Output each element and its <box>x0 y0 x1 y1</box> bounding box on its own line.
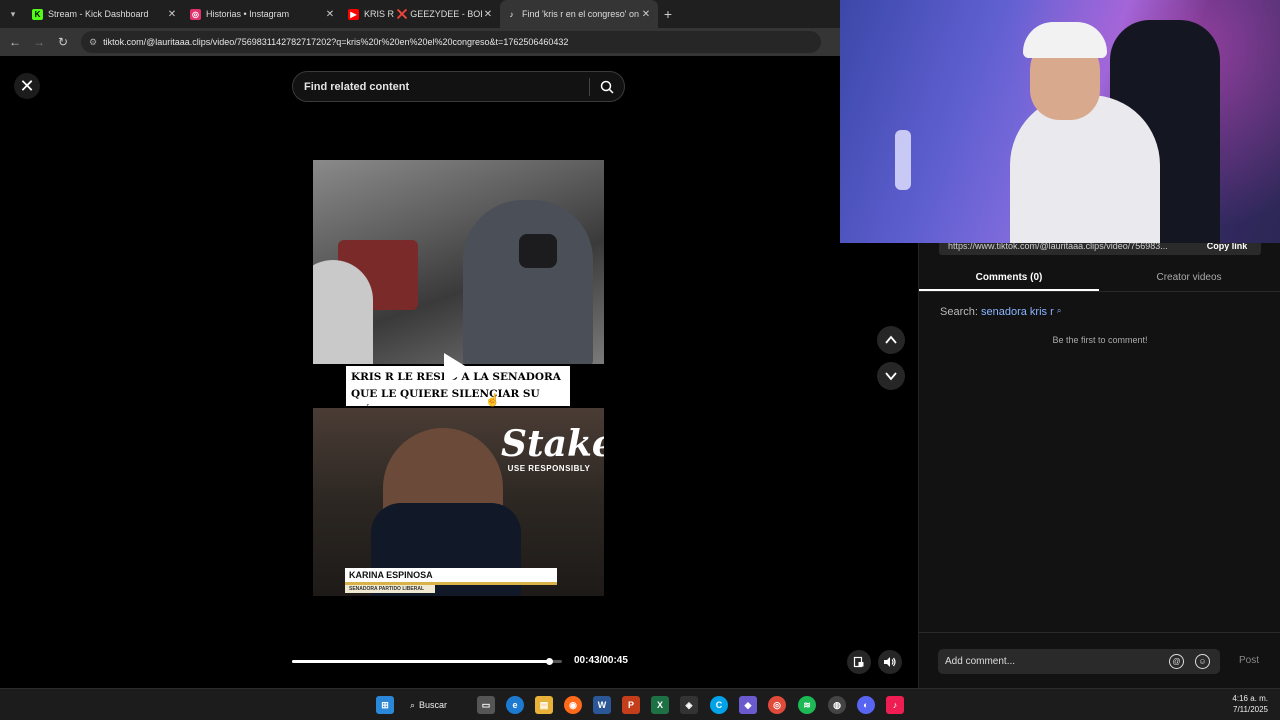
floating-player-button[interactable] <box>847 650 871 674</box>
taskbar-search[interactable]: ⌕ Buscar <box>410 695 447 715</box>
floating-player-icon <box>853 656 864 668</box>
next-video-button[interactable] <box>877 362 905 390</box>
mouse-cursor-icon: ☝ <box>485 393 500 407</box>
obs-icon[interactable]: ◍ <box>828 696 846 714</box>
video-frame-bottom: Stake USE RESPONSIBLY KARINA ESPINOSA SE… <box>313 408 604 596</box>
search-icon[interactable] <box>590 80 624 94</box>
back-arrow-icon[interactable]: ← <box>3 35 27 49</box>
system-clock[interactable]: 4:16 a. m. 7/11/2025 <box>1232 693 1268 715</box>
app-icon[interactable]: ◈ <box>680 696 698 714</box>
related-search-term[interactable]: senadora kris r <box>981 306 1054 318</box>
close-tab-icon[interactable]: ✕ <box>324 9 336 20</box>
game-controller-icon[interactable]: ◆ <box>739 696 757 714</box>
emoji-icon[interactable]: ☺ <box>1195 654 1210 669</box>
tab-title: Stream - Kick Dashboard <box>48 9 149 19</box>
tab-comments[interactable]: Comments (0) <box>919 268 1099 291</box>
related-search[interactable]: Search: senadora kris r ⌕ <box>940 306 1061 318</box>
volume-button[interactable] <box>878 650 902 674</box>
browser-toolbar: ← → ↻ ⚙ tiktok.com/@lauritaaa.clips/vide… <box>0 28 840 56</box>
reload-icon[interactable]: ↻ <box>51 35 75 49</box>
sponsor-tagline: USE RESPONSIBLY <box>507 464 591 473</box>
close-tab-icon[interactable]: ✕ <box>482 9 494 20</box>
edge-icon[interactable]: e <box>506 696 524 714</box>
search-input[interactable]: Find related content <box>293 81 589 93</box>
site-info-icon[interactable]: ⚙ <box>89 37 97 48</box>
windows-taskbar: ⊞ ⌕ Buscar ▭ e ▤ ◉ W P X ◈ C ◆ ◎ ≋ ◍ ◐ ♪… <box>0 688 1280 720</box>
panel-tabs: Comments (0) Creator videos <box>919 268 1280 292</box>
excel-icon[interactable]: X <box>651 696 669 714</box>
taskbar-search-label: Buscar <box>419 700 448 710</box>
comment-placeholder: Add comment... <box>945 656 1016 667</box>
tab-title: KRIS R ❌ GEEZYDEE - BOBADI <box>364 8 482 19</box>
tab-title: Historias • Instagram <box>206 9 290 19</box>
lower-third-role: SENADORA PARTIDO LIBERAL <box>345 585 435 593</box>
video-time: 00:43/00:45 <box>574 655 628 666</box>
comment-input[interactable]: Add comment... @ ☺ <box>938 649 1220 674</box>
close-tab-icon[interactable]: ✕ <box>166 9 178 20</box>
url-text: tiktok.com/@lauritaaa.clips/video/756983… <box>103 37 569 47</box>
close-icon[interactable]: ✕ <box>14 73 40 99</box>
tiktok-icon: ♪ <box>509 9 514 19</box>
forward-arrow-icon[interactable]: → <box>27 35 51 49</box>
previous-video-button[interactable] <box>877 326 905 354</box>
progress-handle[interactable] <box>545 658 553 665</box>
start-menu-icon[interactable]: ⊞ <box>376 696 394 714</box>
lower-third-name: KARINA ESPINOSA <box>345 568 557 585</box>
lower-third: KARINA ESPINOSA SENADORA PARTIDO LIBERAL <box>345 568 557 593</box>
comment-bar: Add comment... @ ☺ Post <box>919 632 1280 688</box>
discord-icon[interactable]: ◐ <box>857 696 875 714</box>
video-frame-top <box>313 160 604 364</box>
chevron-down-icon <box>885 372 897 381</box>
address-bar[interactable]: ⚙ tiktok.com/@lauritaaa.clips/video/7569… <box>81 31 821 53</box>
youtube-icon: ▶ <box>348 8 359 20</box>
search-icon: ⌕ <box>1056 306 1062 315</box>
search-icon: ⌕ <box>410 699 416 710</box>
tiktok-app-icon[interactable]: ♪ <box>886 696 904 714</box>
clock-date: 7/11/2025 <box>1233 705 1268 714</box>
spotify-icon[interactable]: ≋ <box>798 696 816 714</box>
task-view-icon[interactable]: ▭ <box>477 696 495 714</box>
sponsor-watermark: Stake USE RESPONSIBLY <box>501 423 604 473</box>
video-player[interactable]: KRIS R LE RESPO A LA SENADORA QUE LE QUI… <box>313 160 604 596</box>
instagram-icon: ◎ <box>190 8 201 20</box>
clock-time: 4:16 a. m. <box>1232 694 1268 703</box>
post-button[interactable]: Post <box>1239 655 1259 666</box>
browser-tab-youtube[interactable]: ▶ KRIS R ❌ GEEZYDEE - BOBADI ✕ <box>342 0 500 28</box>
tab-search-menu-icon[interactable]: ▾ <box>0 0 26 28</box>
firefox-icon[interactable]: ◉ <box>564 696 582 714</box>
close-tab-icon[interactable]: ✕ <box>640 9 652 20</box>
file-explorer-icon[interactable]: ▤ <box>535 696 553 714</box>
browser-tab-strip: ▾ K Stream - Kick Dashboard ✕ ◎ Historia… <box>0 0 840 28</box>
progress-fill <box>292 660 549 663</box>
tab-creator-videos[interactable]: Creator videos <box>1099 268 1279 291</box>
chrome-icon[interactable]: ◎ <box>768 696 786 714</box>
mention-icon[interactable]: @ <box>1169 654 1184 669</box>
volume-icon <box>884 657 896 667</box>
word-icon[interactable]: W <box>593 696 611 714</box>
kick-icon: K <box>32 8 43 20</box>
chevron-up-icon <box>885 335 897 344</box>
new-tab-button[interactable]: + <box>658 6 678 22</box>
webcam-overlay <box>840 0 1280 243</box>
play-icon[interactable] <box>444 353 470 385</box>
related-search-label: Search: <box>940 306 978 318</box>
video-progress-bar[interactable] <box>292 658 562 665</box>
sponsor-logo: Stake <box>501 423 604 465</box>
no-comments-text: Be the first to comment! <box>1052 335 1148 345</box>
browser-tab-kick[interactable]: K Stream - Kick Dashboard ✕ <box>26 0 184 28</box>
powerpoint-icon[interactable]: P <box>622 696 640 714</box>
browser-tab-instagram[interactable]: ◎ Historias • Instagram ✕ <box>184 0 342 28</box>
browser-tab-tiktok[interactable]: ♪ Find 'kris r en el congreso' on T ✕ <box>500 0 658 28</box>
tab-title: Find 'kris r en el congreso' on T <box>522 9 640 19</box>
capcut-icon[interactable]: C <box>710 696 728 714</box>
search-bar[interactable]: Find related content <box>292 71 625 102</box>
